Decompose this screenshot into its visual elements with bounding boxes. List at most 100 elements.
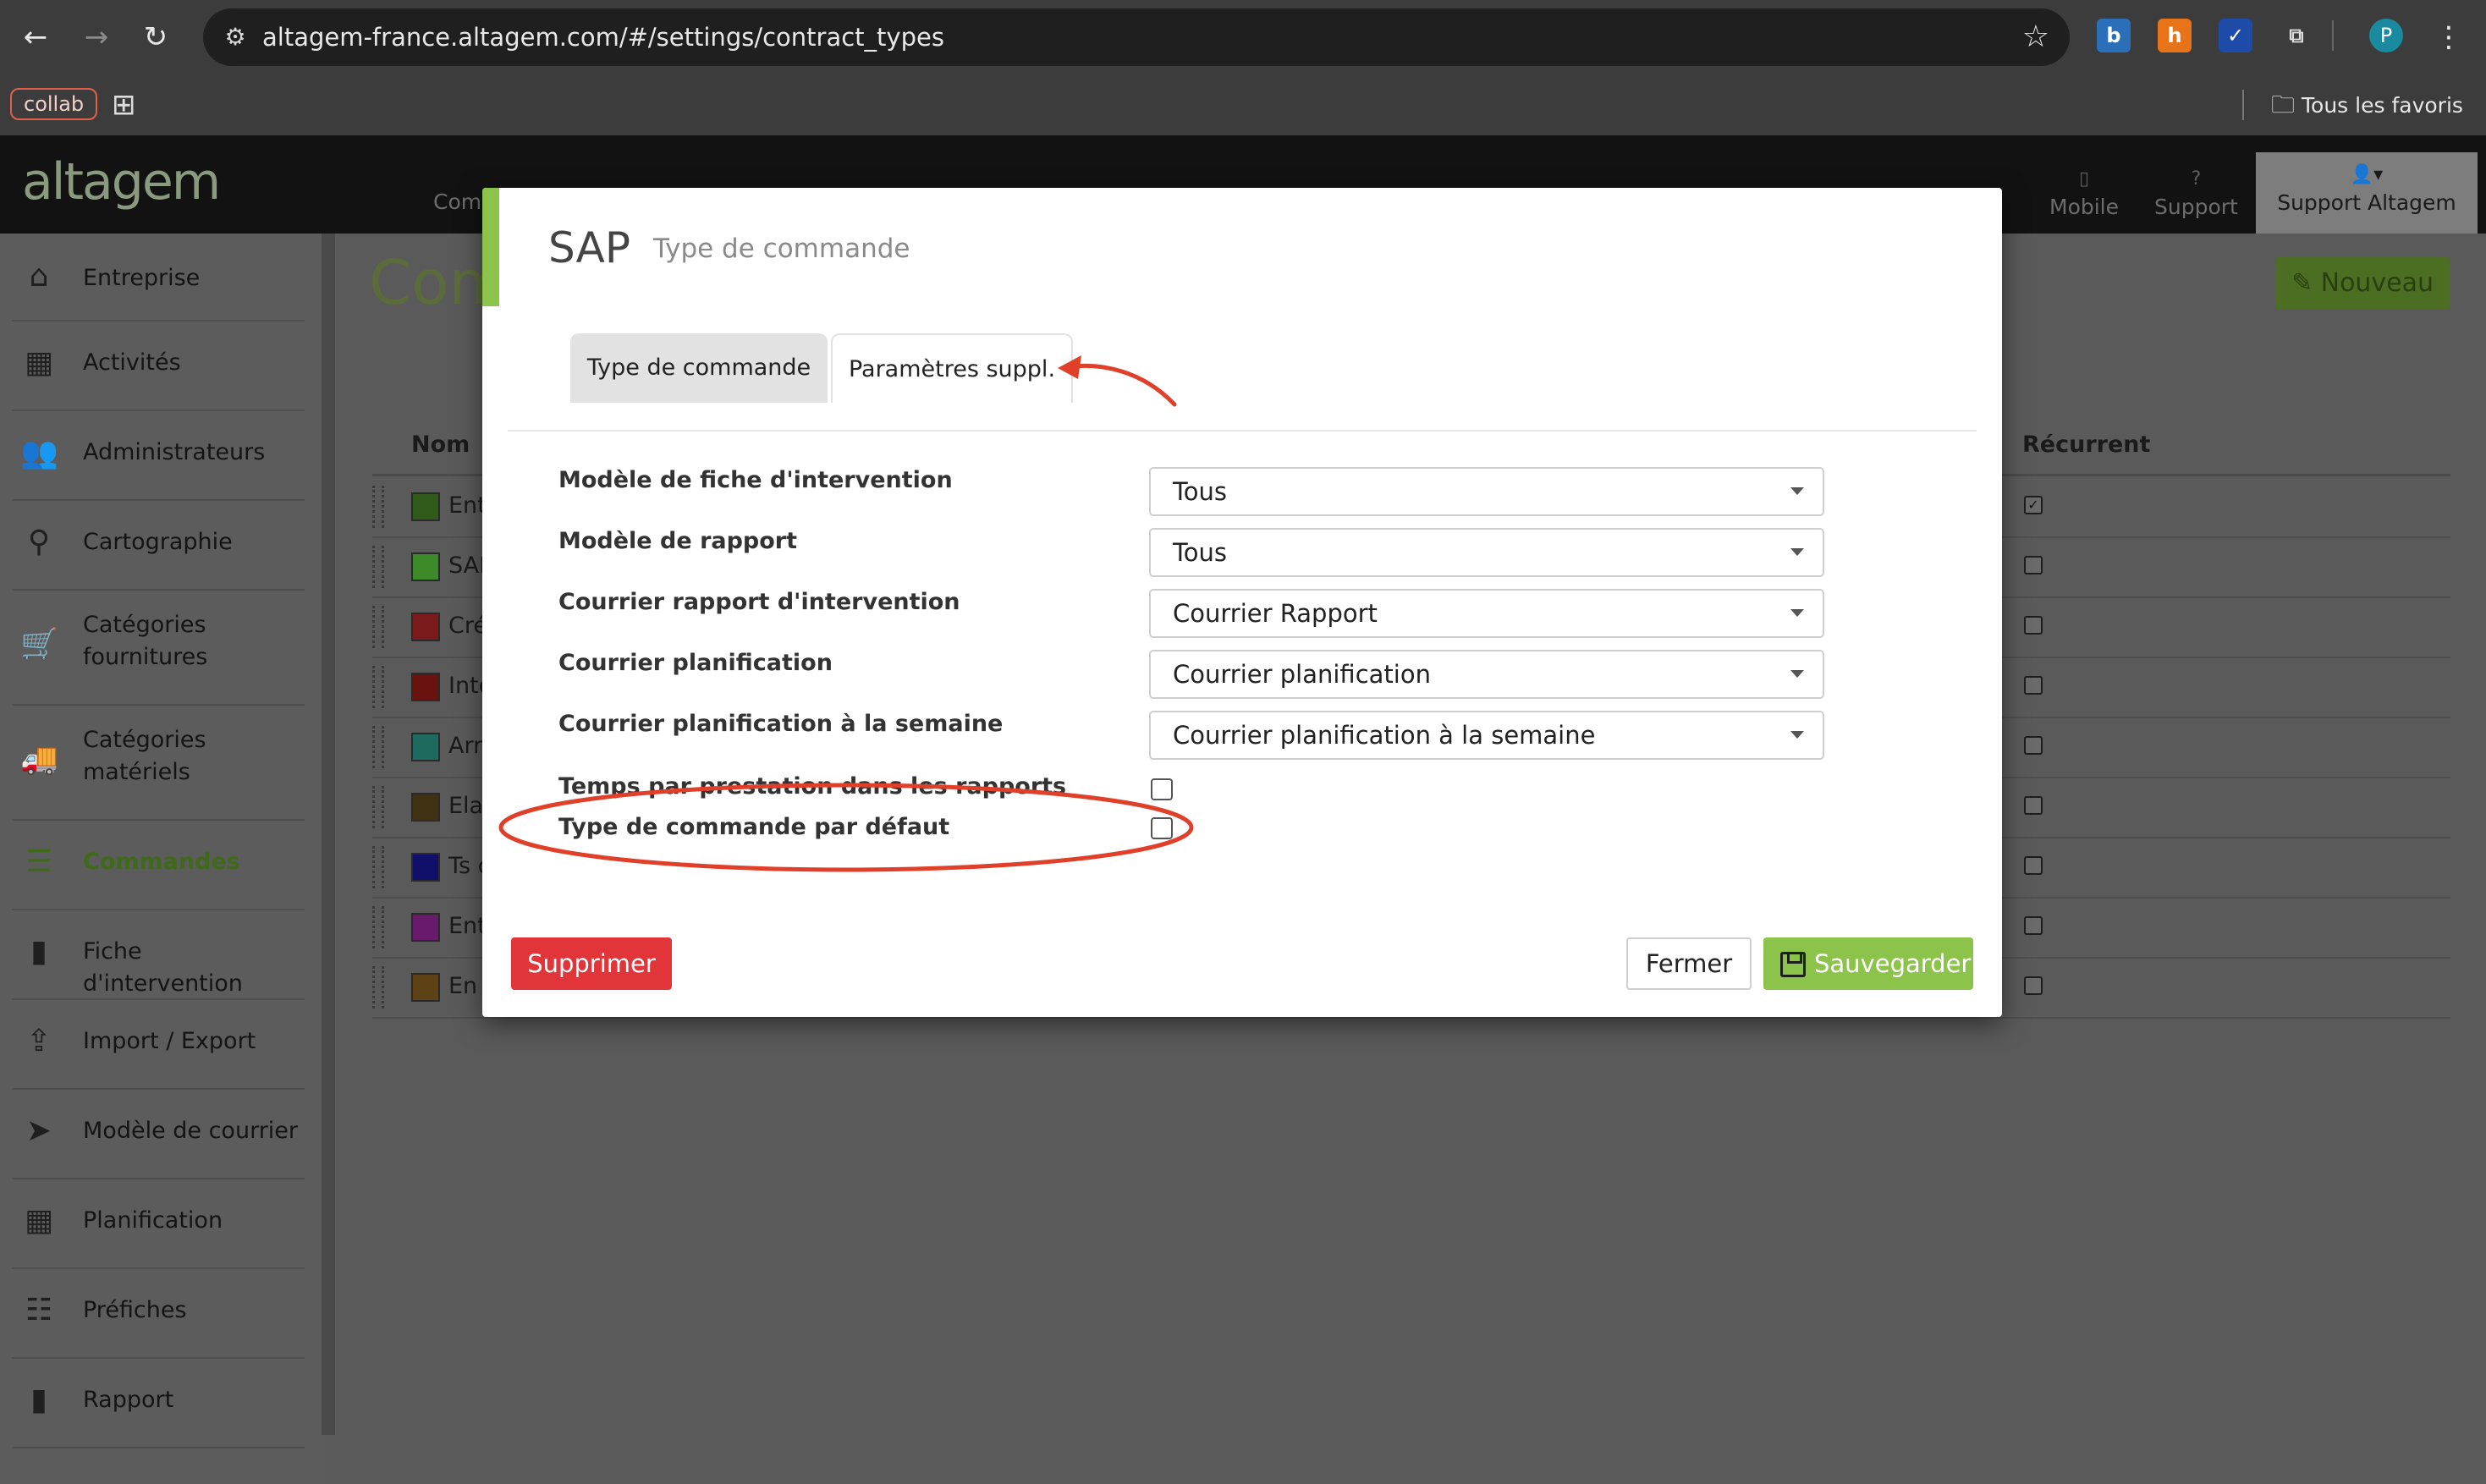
- address-bar[interactable]: ⚙ altagem-france.altagem.com/#/settings/…: [203, 8, 2070, 66]
- recurrent-checkbox[interactable]: [2024, 556, 2043, 574]
- recurrent-checkbox[interactable]: [2024, 856, 2043, 875]
- nav-commandes-partial[interactable]: Com: [433, 190, 481, 214]
- drag-handle-icon[interactable]: [372, 546, 384, 588]
- caret-down-icon: [1790, 548, 1804, 556]
- sidebar-item-label: Catégories matériels: [83, 727, 206, 785]
- extensions-puzzle-icon[interactable]: ⧉: [2280, 19, 2313, 52]
- nav-mobile[interactable]: ▯ Mobile: [2049, 169, 2120, 220]
- recurrent-checkbox[interactable]: [2024, 976, 2043, 995]
- apps-grid-icon[interactable]: ⊞: [112, 88, 136, 122]
- drag-handle-icon[interactable]: [372, 786, 384, 828]
- forward-icon[interactable]: →: [76, 17, 117, 58]
- browser-menu-icon[interactable]: ⋮: [2428, 17, 2469, 58]
- sidebar-item-label: Import / Export: [83, 1028, 256, 1054]
- extension-icon[interactable]: b: [2097, 19, 2131, 52]
- hubspot-extension-icon[interactable]: h: [2158, 19, 2192, 52]
- truck-icon: 🚚: [20, 742, 58, 777]
- recurrent-checkbox[interactable]: [2024, 616, 2043, 635]
- check-extension-icon[interactable]: ✓: [2219, 19, 2252, 52]
- sidebar-item-commandes[interactable]: ☰ Commandes: [12, 821, 305, 910]
- new-button[interactable]: ✎ Nouveau: [2275, 257, 2450, 310]
- home-icon: ⌂: [29, 259, 49, 294]
- profile-avatar[interactable]: P: [2369, 19, 2403, 52]
- save-button-label: Sauvegarder: [1814, 949, 1972, 978]
- save-button[interactable]: Sauvegarder: [1763, 937, 1973, 990]
- close-button[interactable]: Fermer: [1626, 937, 1752, 990]
- drag-handle-icon[interactable]: [372, 846, 384, 888]
- bookmarks-bar: collab ⊞ 🗀 Tous les favoris: [0, 74, 2486, 135]
- user-menu[interactable]: 👤▾ Support Altagem: [2256, 152, 2478, 234]
- drag-handle-icon[interactable]: [372, 966, 384, 1009]
- sidebar-item-prefiches[interactable]: ☷ Préfiches: [12, 1269, 305, 1359]
- select-modele-fiche[interactable]: Tous: [1149, 467, 1824, 516]
- sidebar-item-activites[interactable]: ▦ Activités: [12, 322, 305, 411]
- select-courrier-rapport[interactable]: Courrier Rapport: [1149, 589, 1824, 638]
- modal-title: SAP: [548, 223, 631, 272]
- altagem-logo[interactable]: altagem: [22, 152, 221, 212]
- sidebar-item-label: Activités: [83, 349, 181, 376]
- caret-down-icon: [1790, 670, 1804, 678]
- tab-parametres-suppl[interactable]: Paramètres suppl.: [831, 333, 1073, 403]
- file-icon: ▮: [30, 1382, 47, 1417]
- color-swatch: [411, 733, 440, 761]
- nav-mobile-label: Mobile: [2049, 195, 2120, 219]
- sidebar-item-label: Fiche d'intervention: [83, 938, 243, 997]
- sidebar-scrollbar[interactable]: [322, 234, 335, 1435]
- bookmark-star-icon[interactable]: ☆: [2022, 17, 2049, 58]
- drag-handle-icon[interactable]: [372, 606, 384, 648]
- column-header-name[interactable]: Nom: [411, 431, 470, 458]
- sidebar-item-categories-fournitures[interactable]: 🛒 Catégories fournitures: [12, 591, 305, 706]
- select-value: Tous: [1173, 477, 1228, 506]
- recurrent-checkbox[interactable]: [2024, 736, 2043, 755]
- color-swatch: [411, 613, 440, 641]
- site-settings-icon[interactable]: ⚙: [218, 20, 252, 54]
- checkbox-type-defaut[interactable]: [1151, 817, 1173, 839]
- tab-type-de-commande[interactable]: Type de commande: [570, 333, 828, 403]
- reload-icon[interactable]: ↻: [135, 17, 176, 58]
- drag-handle-icon[interactable]: [372, 726, 384, 768]
- sidebar-item-label: Cartographie: [83, 529, 233, 555]
- delete-button[interactable]: Supprimer: [511, 937, 672, 990]
- sidebar-item-planification[interactable]: ▦ Planification: [12, 1179, 305, 1269]
- recurrent-checkbox[interactable]: [2024, 916, 2043, 935]
- sidebar-item-administrateurs[interactable]: 👥 Administrateurs: [12, 411, 305, 501]
- select-modele-rapport[interactable]: Tous: [1149, 528, 1824, 577]
- sidebar-item-label: Commandes: [83, 849, 240, 875]
- color-swatch: [411, 793, 440, 822]
- sidebar-item-rapport[interactable]: ▮ Rapport: [12, 1359, 305, 1448]
- sidebar-item-label: Rapport: [83, 1387, 174, 1413]
- all-bookmarks-button[interactable]: 🗀 Tous les favoris: [2271, 86, 2463, 124]
- recurrent-checkbox[interactable]: [2024, 796, 2043, 815]
- sidebar-item-import-export[interactable]: ⇪ Import / Export: [12, 1000, 305, 1090]
- color-swatch: [411, 492, 440, 521]
- user-label: Support Altagem: [2277, 190, 2456, 215]
- field-label-courrier-planification: Courrier planification: [558, 650, 833, 676]
- select-courrier-planification[interactable]: Courrier planification: [1149, 650, 1824, 699]
- modal-accent-bar: [482, 188, 499, 306]
- row-name: Ent: [448, 913, 487, 939]
- user-icon: 👤▾: [2350, 164, 2384, 185]
- collab-tab-group[interactable]: collab: [10, 88, 98, 120]
- sidebar-item-modele-courrier[interactable]: ➤ Modèle de courrier: [12, 1090, 305, 1179]
- map-marker-icon: ⚲: [27, 525, 51, 559]
- field-label-temps-prestation: Temps par prestation dans les rapports: [558, 773, 1067, 800]
- drag-handle-icon[interactable]: [372, 666, 384, 708]
- back-icon[interactable]: ←: [15, 17, 56, 58]
- sidebar-item-label: Préfiches: [83, 1297, 187, 1323]
- drag-handle-icon[interactable]: [372, 486, 384, 528]
- sidebar-item-cartographie[interactable]: ⚲ Cartographie: [12, 501, 305, 591]
- new-button-label: Nouveau: [2320, 268, 2434, 298]
- select-courrier-semaine[interactable]: Courrier planification à la semaine: [1149, 711, 1824, 760]
- checkbox-temps-prestation[interactable]: [1151, 778, 1173, 800]
- drag-handle-icon[interactable]: [372, 906, 384, 948]
- color-swatch: [411, 853, 440, 882]
- nav-support[interactable]: ? Support: [2154, 169, 2238, 220]
- sidebar-item-entreprise[interactable]: ⌂ Entreprise: [12, 240, 305, 322]
- sidebar-item-fiche-intervention[interactable]: ▮ Fiche d'intervention: [12, 910, 305, 1000]
- recurrent-checkbox[interactable]: [2024, 676, 2043, 695]
- sidebar-item-label: Entreprise: [83, 265, 201, 291]
- column-header-recurrent[interactable]: Récurrent: [2022, 431, 2150, 458]
- list-icon: ☰: [25, 844, 53, 879]
- recurrent-checkbox[interactable]: ✓: [2024, 496, 2043, 514]
- sidebar-item-categories-materiels[interactable]: 🚚 Catégories matériels: [12, 706, 305, 821]
